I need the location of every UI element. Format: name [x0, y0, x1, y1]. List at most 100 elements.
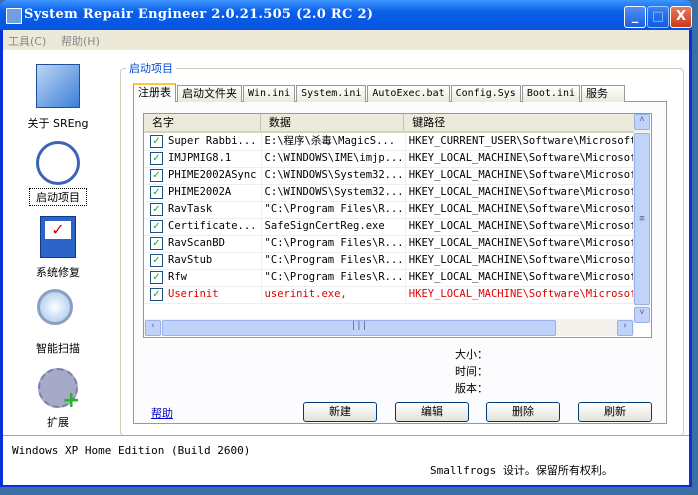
row-name: Super Rabbi... — [168, 135, 257, 147]
cell-path: HKEY_LOCAL_MACHINE\Software\Microsoft — [406, 201, 634, 218]
maximize-button[interactable]: □ — [647, 6, 669, 28]
row-name: Rfw — [168, 271, 187, 283]
tools-icon — [36, 64, 80, 108]
nav-scan[interactable]: 智能扫描 — [8, 340, 108, 356]
minimize-button[interactable]: _ — [624, 6, 646, 28]
checkbox[interactable]: ✓ — [150, 271, 163, 284]
checkbox[interactable]: ✓ — [150, 169, 163, 182]
nav-repair[interactable]: 系统修复 — [8, 264, 108, 280]
table-row[interactable]: ✓ Userinit userinit.exe, HKEY_LOCAL_MACHINE… — [144, 286, 634, 304]
checkbox[interactable]: ✓ — [150, 220, 163, 233]
time-label: 时间： — [455, 365, 488, 378]
menu-tools[interactable]: 工具(C) — [8, 33, 46, 49]
scroll-thumb[interactable]: ≡ — [634, 133, 650, 305]
magnifier-icon — [37, 289, 73, 325]
cell-path: HKEY_LOCAL_MACHINE\Software\Microsoft — [406, 286, 634, 303]
tab-config-sys[interactable]: Config.Sys — [450, 85, 521, 102]
cell-data: userinit.exe, — [262, 286, 406, 303]
cell-name: ✓ Super Rabbi... — [144, 133, 262, 150]
row-name: Certificate... — [168, 220, 257, 232]
nav-startup[interactable]: 启动项目 — [29, 188, 87, 206]
tab-services[interactable]: 服务 — [581, 85, 626, 102]
tab-strip: 注册表 启动文件夹 Win.ini System.ini AutoExec.ba… — [133, 83, 626, 102]
table-row[interactable]: ✓ RavTask "C:\Program Files\R... HKEY_LOCAL… — [144, 201, 634, 219]
horizontal-scrollbar[interactable]: ‹ ||| › — [144, 319, 634, 336]
cell-path: HKEY_LOCAL_MACHINE\Software\Microsoft — [406, 252, 634, 269]
tab-system-ini[interactable]: System.ini — [296, 85, 367, 102]
size-label: 大小： — [455, 348, 488, 361]
checkbox[interactable]: ✓ — [150, 186, 163, 199]
cell-name: ✓ RavStub — [144, 252, 262, 269]
table-row[interactable]: ✓ RavStub "C:\Program Files\R... HKEY_LOCAL… — [144, 252, 634, 270]
row-name: PHIME2002A — [168, 186, 232, 198]
tab-boot-ini[interactable]: Boot.ini — [521, 85, 581, 102]
column-path[interactable]: 键路径 — [404, 114, 634, 131]
new-button[interactable]: 新建 — [303, 402, 377, 422]
startup-list[interactable]: 名字 数据 键路径 ✓ Super Rabbi... E:\程序\杀毒\MagicS… — [143, 113, 652, 338]
table-row[interactable]: ✓ Super Rabbi... E:\程序\杀毒\MagicS... HKEY_CU… — [144, 133, 634, 151]
cell-data: C:\WINDOWS\IME\imjp... — [262, 150, 406, 167]
table-row[interactable]: ✓ PHIME2002ASync C:\WINDOWS\System32... HKE… — [144, 167, 634, 185]
cell-path: HKEY_LOCAL_MACHINE\Software\Microsoft — [406, 184, 634, 201]
cell-path: HKEY_LOCAL_MACHINE\Software\Microsoft — [406, 269, 634, 286]
delete-button[interactable]: 删除 — [486, 402, 560, 422]
window-title: System Repair Engineer 2.0.21.505 (2.0 R… — [24, 7, 374, 22]
cell-name: ✓ IMJPMIG8.1 — [144, 150, 262, 167]
cell-data: E:\程序\杀毒\MagicS... — [262, 133, 406, 150]
edit-button[interactable]: 编辑 — [395, 402, 469, 422]
cell-path: HKEY_LOCAL_MACHINE\Software\Microsoft — [406, 235, 634, 252]
cell-name: ✓ RavScanBD — [144, 235, 262, 252]
nav-extend[interactable]: 扩展 — [8, 414, 108, 430]
row-name: RavTask — [168, 203, 213, 215]
cell-path: HKEY_CURRENT_USER\Software\Microsoft\W — [406, 133, 634, 150]
cell-path: HKEY_LOCAL_MACHINE\Software\Microsoft — [406, 167, 634, 184]
table-row[interactable]: ✓ Rfw "C:\Program Files\R... HKEY_LOCAL_MAC… — [144, 269, 634, 287]
column-name[interactable]: 名字 — [144, 114, 261, 131]
refresh-button[interactable]: 刷新 — [578, 402, 652, 422]
scroll-down-button[interactable]: ˅ — [634, 307, 650, 323]
gear-plus-icon: + — [38, 368, 80, 412]
row-name: RavStub — [168, 254, 213, 266]
checkbox[interactable]: ✓ — [150, 288, 163, 301]
clock-icon — [36, 141, 80, 185]
scroll-right-button[interactable]: › — [617, 320, 633, 336]
tab-autoexec[interactable]: AutoExec.bat — [367, 85, 450, 102]
menu-bar — [3, 30, 689, 50]
cell-name: ✓ PHIME2002A — [144, 184, 262, 201]
cell-data: "C:\Program Files\R... — [262, 201, 406, 218]
checkbox[interactable]: ✓ — [150, 237, 163, 250]
help-link[interactable]: 帮助 — [151, 405, 173, 421]
table-row[interactable]: ✓ IMJPMIG8.1 C:\WINDOWS\IME\imjp... HKEY_LO… — [144, 150, 634, 168]
menu-help[interactable]: 帮助(H) — [61, 33, 100, 49]
scroll-left-button[interactable]: ‹ — [145, 320, 161, 336]
column-data[interactable]: 数据 — [261, 114, 405, 131]
tab-win-ini[interactable]: Win.ini — [243, 85, 296, 102]
vertical-scrollbar[interactable]: ˄ ≡ ˅ — [634, 114, 650, 323]
checkbox[interactable]: ✓ — [150, 254, 163, 267]
tab-startup-folder[interactable]: 启动文件夹 — [177, 85, 242, 102]
cell-data: C:\WINDOWS\System32... — [262, 184, 406, 201]
os-info: Windows XP Home Edition (Build 2600) — [12, 444, 251, 457]
cell-data: "C:\Program Files\R... — [262, 269, 406, 286]
cell-name: ✓ PHIME2002ASync — [144, 167, 262, 184]
checkbox[interactable]: ✓ — [150, 135, 163, 148]
cell-data: "C:\Program Files\R... — [262, 252, 406, 269]
row-name: Userinit — [168, 288, 219, 300]
checkbox[interactable]: ✓ — [150, 152, 163, 165]
close-button[interactable]: X — [670, 6, 692, 28]
cell-name: ✓ Userinit — [144, 286, 262, 303]
table-row[interactable]: ✓ PHIME2002A C:\WINDOWS\System32... HKEY_LO… — [144, 184, 634, 202]
version-label: 版本： — [455, 382, 488, 395]
cell-data: SafeSignCertReg.exe — [262, 218, 406, 235]
table-row[interactable]: ✓ RavScanBD "C:\Program Files\R... HKEY_LOC… — [144, 235, 634, 253]
hscroll-thumb[interactable]: ||| — [162, 320, 556, 336]
checkbox[interactable]: ✓ — [150, 203, 163, 216]
app-icon — [6, 8, 22, 24]
cell-data: C:\WINDOWS\System32... — [262, 167, 406, 184]
cell-name: ✓ RavTask — [144, 201, 262, 218]
nav-about[interactable]: 关于 SREng — [8, 115, 108, 131]
scroll-up-button[interactable]: ˄ — [634, 114, 650, 130]
cell-data: "C:\Program Files\R... — [262, 235, 406, 252]
table-row[interactable]: ✓ Certificate... SafeSignCertReg.exe HKEY_L… — [144, 218, 634, 236]
tab-registry[interactable]: 注册表 — [133, 83, 176, 102]
